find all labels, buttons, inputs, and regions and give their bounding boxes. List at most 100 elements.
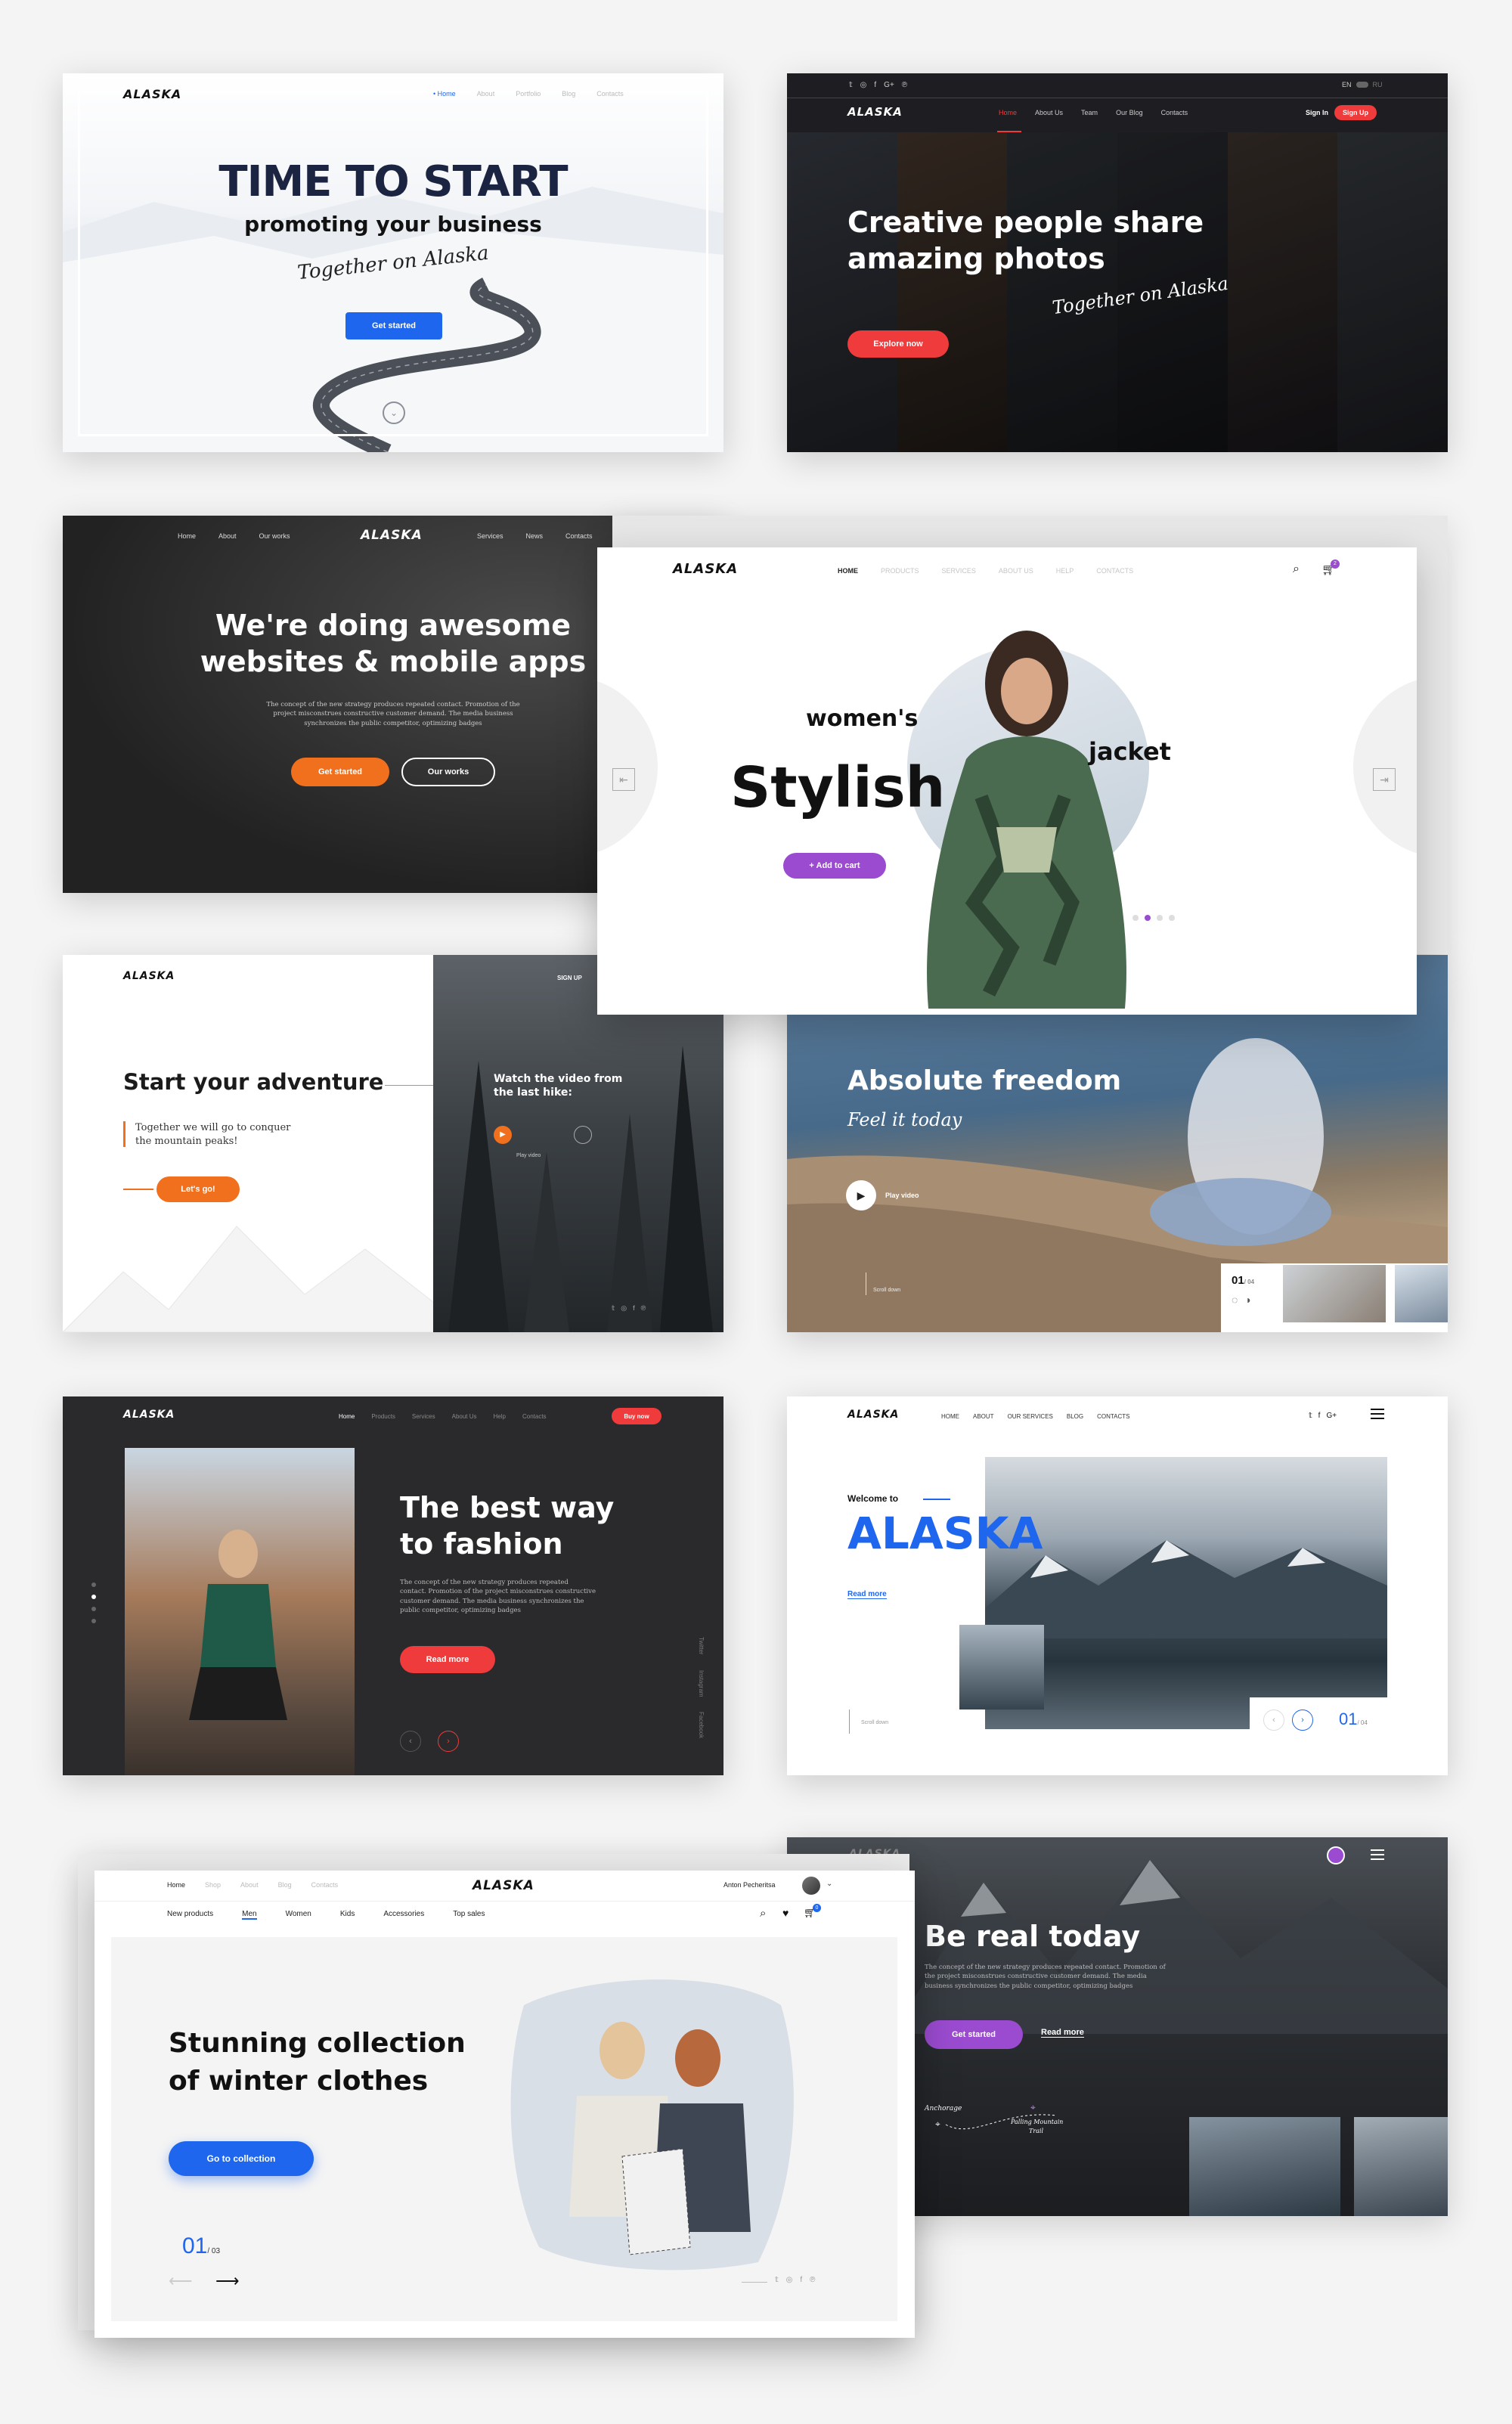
prev-arrow-icon[interactable]: ‹ [400, 1731, 421, 1752]
cat-women[interactable]: Women [286, 1910, 311, 1920]
get-started-button[interactable]: Get started [925, 2020, 1023, 2049]
cat-accessories[interactable]: Accessories [383, 1910, 424, 1920]
nav-contacts[interactable]: Contacts [596, 90, 624, 98]
next-arrow-icon[interactable]: ⇥ [1373, 768, 1396, 791]
read-more-link[interactable]: Read more [1041, 2028, 1084, 2038]
nav-contacts[interactable]: Contacts [522, 1413, 547, 1420]
pinterest-icon[interactable]: ℗ [902, 81, 907, 89]
play-video-label[interactable]: Play video [885, 1192, 919, 1199]
lang-en[interactable]: EN [1342, 81, 1352, 88]
facebook-icon[interactable]: f [1318, 1412, 1321, 1420]
video-thumb-icon[interactable] [574, 1126, 592, 1144]
dot-1[interactable] [91, 1582, 96, 1587]
nav-home[interactable]: HOME [941, 1413, 959, 1420]
play-icon[interactable]: ▶ [494, 1126, 512, 1144]
facebook-icon[interactable]: f [874, 81, 876, 89]
nav-services[interactable]: OUR SERVICES [1008, 1413, 1053, 1420]
photo-thumbnail-1[interactable] [1189, 2117, 1340, 2216]
get-started-button[interactable]: Get started [345, 312, 442, 339]
nav-contacts[interactable]: Contacts [311, 1881, 339, 1889]
chevron-down-icon[interactable]: ⌄ [826, 1880, 832, 1888]
nav-products[interactable]: Products [371, 1413, 395, 1420]
cat-kids[interactable]: Kids [340, 1910, 355, 1920]
instagram-icon[interactable]: ◎ [860, 81, 867, 89]
next-arrow-icon[interactable]: ⟶ [215, 2271, 240, 2291]
scroll-down-label[interactable]: Scroll down [861, 1720, 888, 1725]
nav-about[interactable]: About Us [1035, 109, 1063, 116]
prev-arrow-icon[interactable]: ⟵ [169, 2271, 193, 2291]
toggle-icon[interactable] [1356, 82, 1368, 88]
nav-home[interactable]: Home [999, 109, 1017, 116]
instagram-link[interactable]: Instagram [698, 1670, 705, 1697]
play-icon[interactable]: ▶ [846, 1180, 876, 1210]
buy-now-button[interactable]: Buy now [612, 1408, 662, 1424]
dot-2[interactable] [91, 1595, 96, 1599]
logo[interactable]: ALASKA [472, 1878, 534, 1893]
dot-4[interactable] [91, 1619, 96, 1623]
prev-arrow-icon[interactable]: ‹ [1263, 1710, 1284, 1731]
nav-contacts[interactable]: Contacts [565, 532, 593, 540]
search-icon[interactable]: ⌕ [760, 1907, 766, 1920]
nav-news[interactable]: News [526, 532, 544, 540]
logo[interactable]: ALASKA [123, 970, 175, 982]
facebook-link[interactable]: Facebook [698, 1712, 705, 1738]
nav-contacts[interactable]: CONTACTS [1096, 567, 1133, 575]
thumbnail-1[interactable] [1283, 1265, 1386, 1322]
avatar[interactable] [802, 1877, 820, 1895]
pinterest-icon[interactable]: ℗ [641, 1304, 646, 1313]
next-arrow-icon[interactable]: › [1292, 1710, 1313, 1731]
get-started-button[interactable]: Get started [291, 758, 389, 786]
nav-about[interactable]: About [218, 532, 237, 540]
scroll-down-label[interactable]: Scroll down [873, 1288, 900, 1293]
search-icon[interactable]: ⌕ [1293, 563, 1300, 576]
nav-services[interactable]: Services [412, 1413, 435, 1420]
next-arrow-icon[interactable]: › [438, 1731, 459, 1752]
user-name[interactable]: Anton Pecheritsa [723, 1881, 776, 1889]
nav-blog[interactable]: Our Blog [1116, 109, 1143, 116]
cat-new-products[interactable]: New products [167, 1910, 213, 1920]
next-arrow-icon[interactable]: ◗ [1245, 1294, 1251, 1306]
photo-thumbnail-2[interactable] [1354, 2117, 1448, 2216]
play-video-label[interactable]: Play video [516, 1153, 541, 1158]
pinterest-icon[interactable]: ℗ [810, 2276, 815, 2284]
cat-top-sales[interactable]: Top sales [453, 1910, 485, 1920]
nav-team[interactable]: Team [1081, 109, 1098, 116]
language-switch[interactable]: EN RU [1342, 81, 1383, 88]
nav-home[interactable]: Home [167, 1881, 185, 1889]
signin-link[interactable]: Sign In [1306, 109, 1328, 116]
dot-3[interactable] [1157, 915, 1163, 921]
logo[interactable]: ALASKA [673, 561, 738, 577]
add-to-cart-button[interactable]: + Add to cart [783, 853, 886, 879]
nav-services[interactable]: Services [477, 532, 503, 540]
explore-now-button[interactable]: Explore now [847, 330, 949, 358]
menu-icon[interactable] [1371, 1849, 1384, 1860]
twitter-icon[interactable]: 𝕥 [1309, 1412, 1312, 1420]
nav-contacts[interactable]: Contacts [1161, 109, 1188, 116]
logo[interactable]: ALASKA [361, 528, 423, 543]
instagram-icon[interactable]: ◎ [786, 2276, 793, 2284]
logo[interactable]: ALASKA [123, 87, 181, 101]
logo[interactable]: ALASKA [847, 1409, 899, 1421]
dot-3[interactable] [91, 1607, 96, 1611]
nav-portfolio[interactable]: Portfolio [516, 90, 541, 98]
dot-1[interactable] [1132, 915, 1139, 921]
nav-works[interactable]: Our works [259, 532, 290, 540]
cat-men[interactable]: Men [242, 1910, 257, 1920]
nav-products[interactable]: PRODUCTS [881, 567, 919, 575]
nav-about[interactable]: About [240, 1881, 259, 1889]
lang-ru[interactable]: RU [1373, 81, 1383, 88]
read-more-link[interactable]: Read more [847, 1590, 887, 1599]
facebook-icon[interactable]: f [800, 2276, 802, 2284]
menu-icon[interactable] [1371, 1409, 1384, 1419]
prev-arrow-icon[interactable]: ◌ [1232, 1294, 1238, 1306]
our-works-button[interactable]: Our works [401, 758, 495, 786]
nav-blog[interactable]: Blog [278, 1881, 292, 1889]
nav-blog[interactable]: BLOG [1067, 1413, 1083, 1420]
nav-help[interactable]: HELP [1056, 567, 1074, 575]
nav-about[interactable]: ABOUT US [999, 567, 1033, 575]
logo[interactable]: ALASKA [847, 105, 903, 119]
prev-arrow-icon[interactable]: ⇤ [612, 768, 635, 791]
read-more-button[interactable]: Read more [400, 1646, 495, 1673]
thumbnail-2[interactable] [1395, 1265, 1448, 1322]
nav-home[interactable]: HOME [838, 567, 858, 575]
